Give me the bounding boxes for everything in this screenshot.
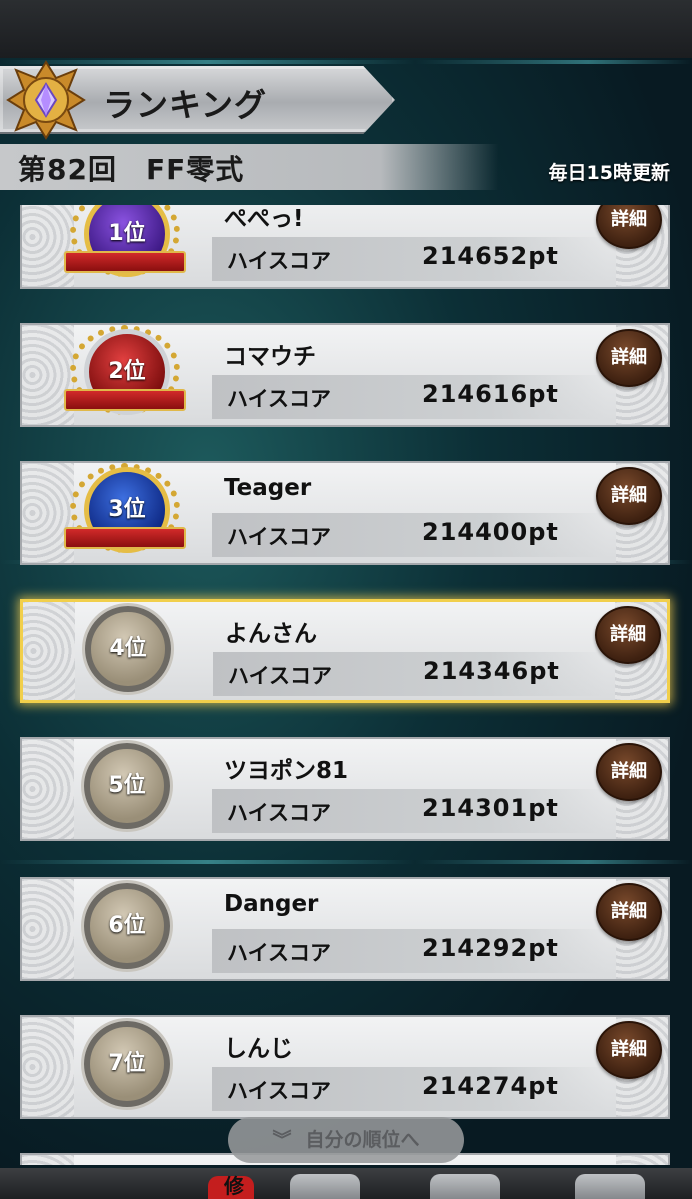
detail-button[interactable]: 詳細 — [596, 467, 662, 525]
detail-button[interactable]: 詳細 — [596, 743, 662, 801]
jump-to-my-rank-button[interactable]: ︾ 自分の順位へ — [228, 1117, 464, 1163]
rank-label: 4位 — [109, 636, 147, 661]
player-name: コマウチ — [224, 344, 316, 370]
high-score-label: ハイスコア — [227, 387, 331, 411]
high-score-label: ハイスコア — [228, 664, 332, 688]
ranking-card: 2位 コマウチ ハイスコア 214616pt 詳細 — [20, 323, 670, 427]
score-value: 214400pt — [422, 518, 559, 546]
top-bar — [0, 0, 692, 58]
high-score-label: ハイスコア — [227, 525, 331, 549]
score-value: 214301pt — [422, 794, 559, 822]
nav-tab[interactable] — [575, 1174, 645, 1199]
ranking-card: 5位 ツヨポン81 ハイスコア 214301pt 詳細 — [20, 737, 670, 841]
score-value: 214346pt — [423, 657, 560, 685]
background-streak — [0, 60, 692, 64]
player-name: Teager — [224, 475, 312, 501]
score-value: 214292pt — [422, 934, 559, 962]
rank-medal: 7位 — [62, 1017, 188, 1121]
ranking-card: 7位 しんじ ハイスコア 214274pt 詳細 — [20, 1015, 670, 1119]
ranking-card: 6位 Danger ハイスコア 214292pt 詳細 — [20, 877, 670, 981]
detail-button[interactable]: 詳細 — [596, 883, 662, 941]
rank-medal: 4位 — [63, 602, 189, 706]
card-ornament — [616, 1155, 668, 1165]
high-score-label: ハイスコア — [227, 941, 331, 965]
score-value: 214652pt — [422, 242, 559, 270]
player-name: ぺぺっ! — [224, 206, 304, 232]
rank-medal: 2位 — [62, 325, 188, 429]
detail-button[interactable]: 詳細 — [595, 606, 661, 664]
page-title: ランキング — [103, 86, 268, 124]
rank-medal: 5位 — [62, 739, 188, 843]
high-score-label: ハイスコア — [227, 249, 331, 273]
rank-label: 6位 — [108, 913, 146, 938]
rank-medal: 6位 — [62, 879, 188, 983]
rank-label: 5位 — [108, 773, 146, 798]
crest-icon — [6, 60, 86, 140]
card-ornament — [22, 1155, 74, 1165]
high-score-label: ハイスコア — [227, 1079, 331, 1103]
rank-label: 2位 — [108, 359, 146, 384]
player-name: しんじ — [224, 1036, 293, 1062]
player-name: ツヨポン81 — [224, 758, 349, 784]
player-name: Danger — [224, 891, 319, 917]
score-value: 214274pt — [422, 1072, 559, 1100]
rank-label: 7位 — [108, 1051, 146, 1076]
jump-label: 自分の順位へ — [305, 1129, 420, 1151]
nav-tab-label: 修 — [224, 1174, 244, 1198]
detail-button[interactable]: 詳細 — [596, 329, 662, 387]
double-chevron-down-icon: ︾ — [272, 1129, 292, 1151]
nav-tab[interactable] — [290, 1174, 360, 1199]
ranking-card: 3位 Teager ハイスコア 214400pt 詳細 — [20, 461, 670, 565]
detail-button[interactable]: 詳細 — [596, 1021, 662, 1079]
nav-tab[interactable] — [430, 1174, 500, 1199]
player-name: よんさん — [225, 621, 317, 647]
rank-label: 3位 — [108, 497, 146, 522]
ranking-card-self: 4位 よんさん ハイスコア 214346pt 詳細 — [20, 599, 670, 703]
high-score-label: ハイスコア — [227, 801, 331, 825]
rank-medal: 1位 — [62, 205, 188, 291]
update-note: 毎日15時更新 — [548, 162, 670, 184]
event-title: 第82回 FF零式 — [18, 153, 245, 186]
ranking-card: 1位 ぺぺっ! ハイスコア 214652pt 詳細 — [20, 205, 670, 289]
rank-medal: 3位 — [62, 463, 188, 567]
ranking-list[interactable]: 1位 ぺぺっ! ハイスコア 214652pt 詳細 2位 コマウチ ハイスコア … — [0, 205, 692, 1165]
rank-label: 1位 — [108, 221, 146, 246]
score-value: 214616pt — [422, 380, 559, 408]
